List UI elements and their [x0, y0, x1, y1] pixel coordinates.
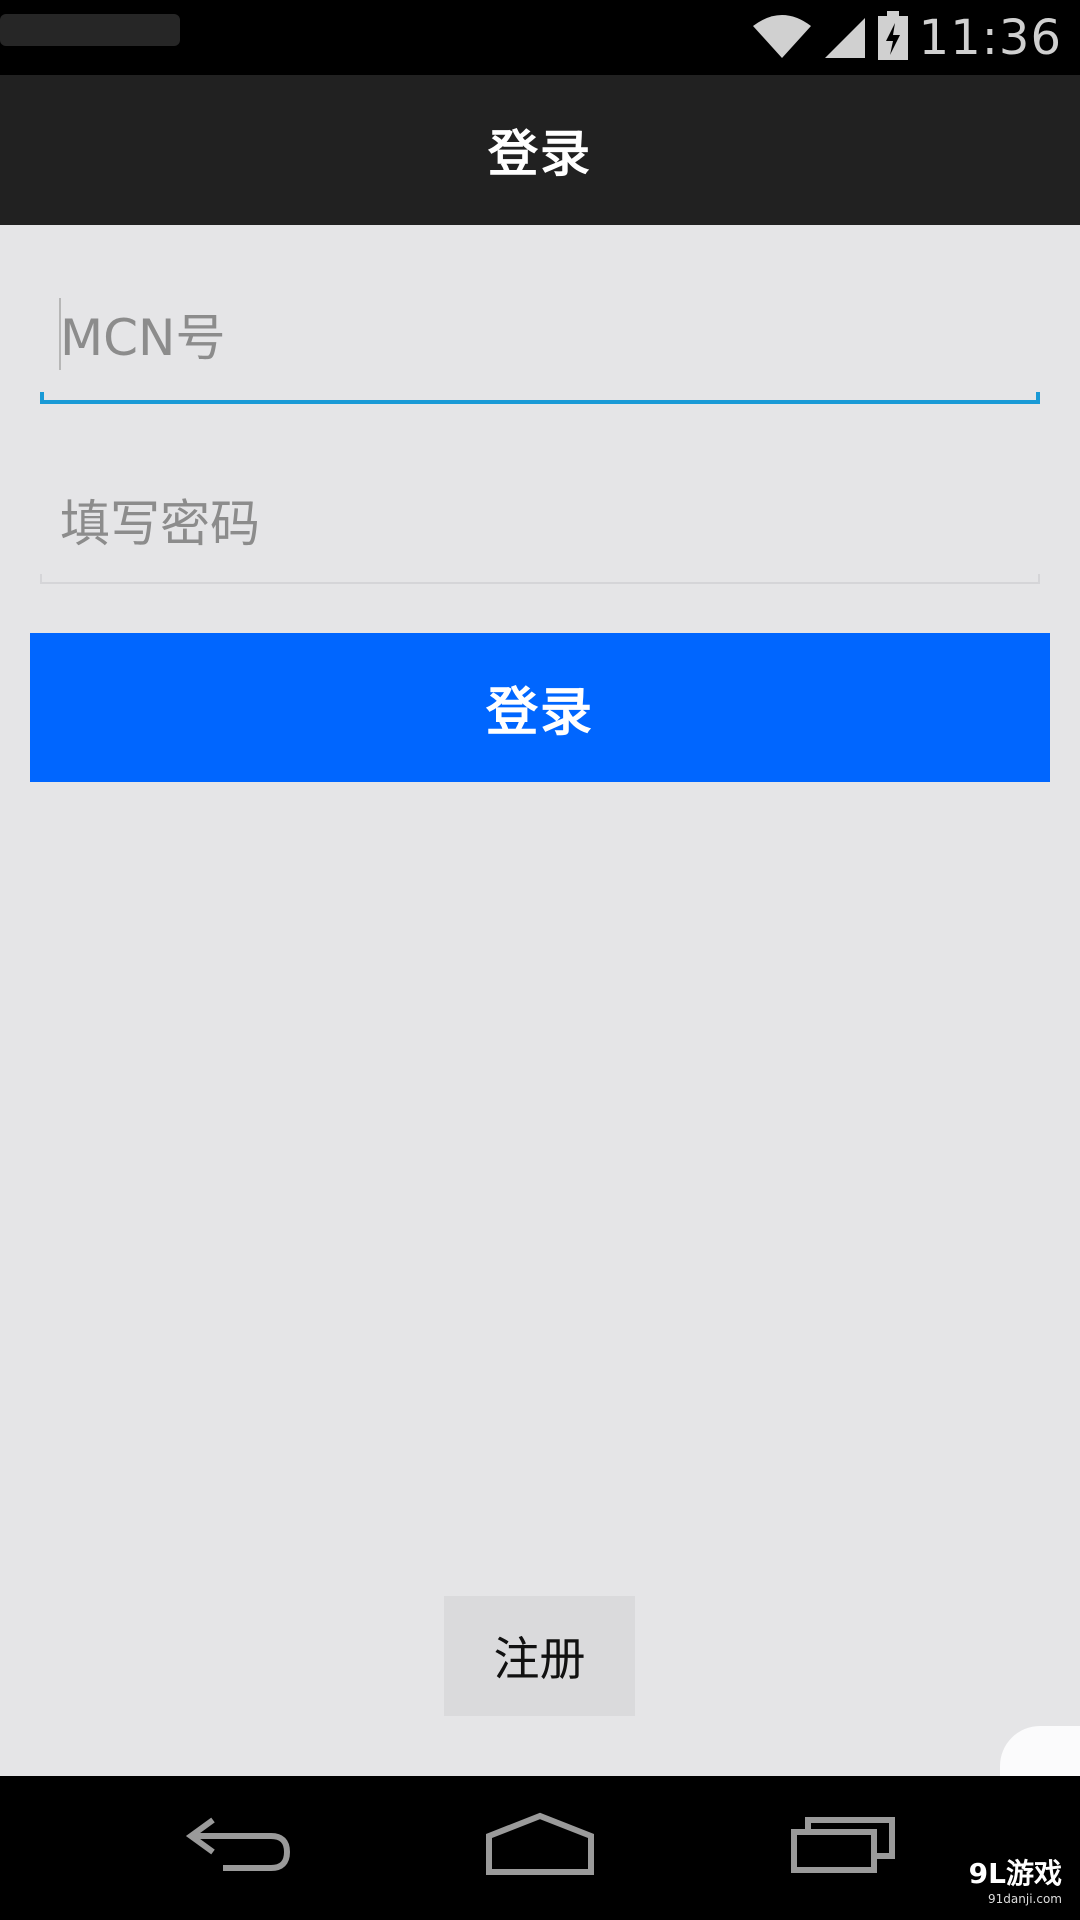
watermark-url: 91danji.com — [988, 1892, 1062, 1906]
account-field-underline — [40, 392, 1040, 404]
home-button[interactable] — [480, 1806, 600, 1886]
text-cursor — [59, 298, 61, 370]
mcn-number-input[interactable] — [40, 278, 1038, 398]
battery-charging-icon — [877, 11, 909, 65]
watermark-logo: 9L游戏 — [968, 1857, 1062, 1890]
account-field[interactable] — [40, 278, 1038, 398]
back-icon — [183, 1814, 293, 1878]
recent-apps-icon — [788, 1814, 898, 1878]
password-input[interactable] — [40, 464, 1038, 584]
recent-apps-button[interactable] — [783, 1806, 903, 1886]
decorative-cloud — [1000, 1726, 1080, 1776]
status-bar: 11:36 — [0, 0, 1080, 75]
page-title: 登录 — [488, 125, 592, 183]
status-icons: 11:36 — [751, 10, 1062, 66]
password-field[interactable] — [40, 464, 1038, 584]
login-button[interactable]: 登录 — [30, 633, 1050, 782]
notification-area-blur — [0, 14, 180, 46]
signal-icon — [823, 12, 867, 64]
home-icon — [485, 1812, 595, 1880]
register-button[interactable]: 注册 — [444, 1596, 635, 1716]
password-field-underline — [40, 574, 1040, 584]
status-time: 11:36 — [918, 10, 1062, 66]
navigation-bar: 9L游戏 91danji.com — [0, 1776, 1080, 1920]
wifi-icon — [751, 12, 813, 64]
watermark: 9L游戏 91danji.com — [969, 1852, 1062, 1906]
back-button[interactable] — [178, 1806, 298, 1886]
title-bar: 登录 — [0, 75, 1080, 225]
